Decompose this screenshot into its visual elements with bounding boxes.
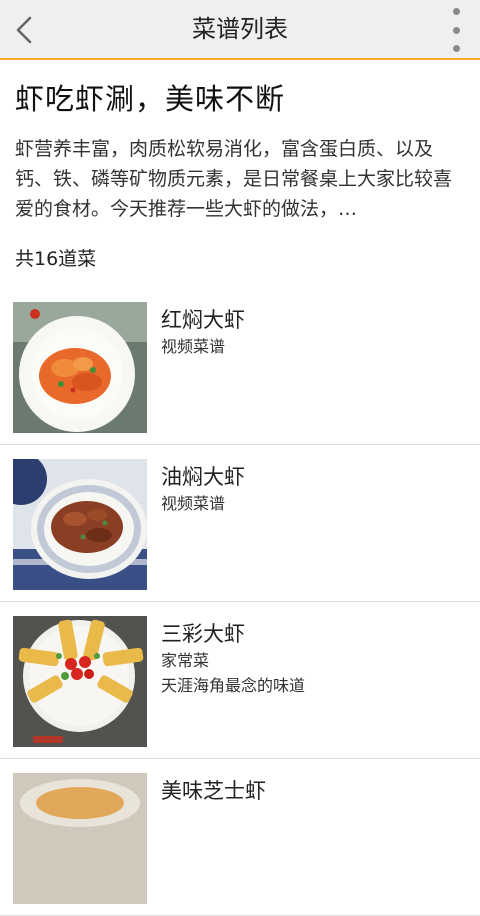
recipe-subtitle: 天涯海角最念的味道 (161, 676, 306, 695)
recipe-item[interactable]: 油焖大虾 视频菜谱 (0, 445, 480, 602)
recipe-type: 视频菜谱 (161, 337, 226, 356)
recipe-item[interactable]: 红焖大虾 视频菜谱 (0, 288, 480, 445)
recipe-item[interactable]: 美味芝士虾 (0, 759, 480, 916)
recipe-count: 共16道菜 (15, 248, 97, 270)
page-title: 菜谱列表 (192, 15, 288, 43)
recipe-name: 油焖大虾 (161, 465, 245, 489)
cheese-shrimp-image (13, 773, 147, 904)
recipe-type: 家常菜 (161, 651, 210, 670)
app-bar: 菜谱列表 (0, 0, 480, 60)
more-options-button[interactable] (444, 8, 468, 52)
more-vertical-icon-dot (452, 26, 460, 34)
topic-description[interactable]: 虾营养丰富，肉质松软易消化，富含蛋白质、以及钙、铁、磷等矿物质元素，是日常餐桌上… (15, 134, 467, 224)
recipe-list: 红焖大虾 视频菜谱 油焖大虾 视频菜谱 三彩大虾 家常菜 天涯海角最念的味道 美… (0, 288, 480, 916)
oil-braised-shrimp-image (13, 459, 147, 590)
tricolor-shrimp-image (13, 616, 147, 747)
recipe-name: 红焖大虾 (161, 308, 245, 332)
more-vertical-icon-dot (452, 45, 460, 52)
recipe-item[interactable]: 三彩大虾 家常菜 天涯海角最念的味道 (0, 602, 480, 759)
topic-heading: 虾吃虾涮，美味不断 (15, 82, 286, 116)
recipe-type: 视频菜谱 (161, 494, 226, 513)
more-vertical-icon (452, 8, 460, 15)
braised-shrimp-image (13, 302, 147, 433)
recipe-name: 美味芝士虾 (161, 779, 266, 803)
recipe-name: 三彩大虾 (161, 622, 245, 646)
